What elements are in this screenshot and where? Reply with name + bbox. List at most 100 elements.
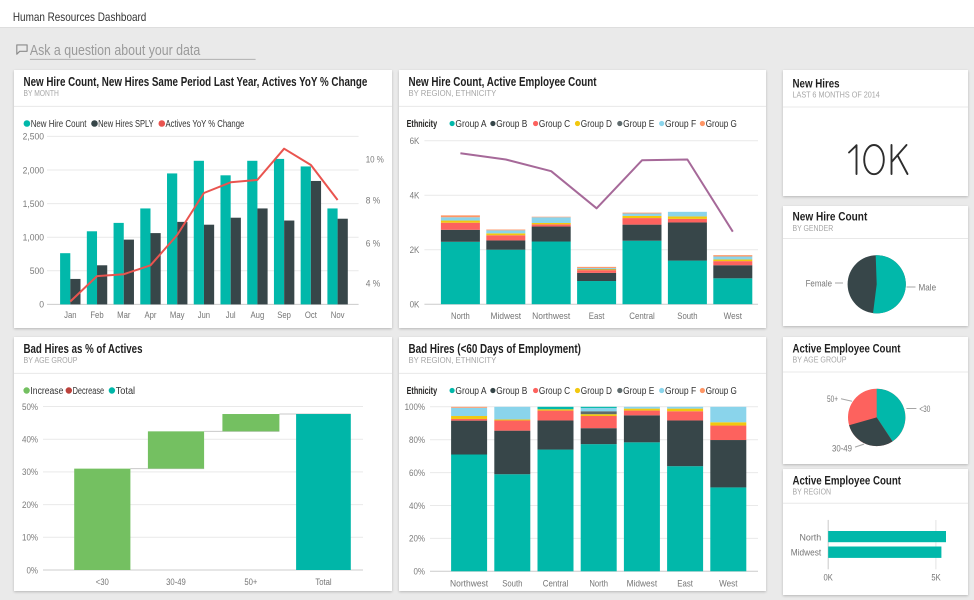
svg-text:Actives YoY % Change: Actives YoY % Change [166, 119, 245, 130]
svg-text:Midwest: Midwest [791, 548, 822, 559]
svg-text:30-49: 30-49 [166, 576, 186, 587]
svg-text:Group A: Group A [455, 119, 486, 130]
svg-text:30-49: 30-49 [832, 443, 852, 454]
svg-text:10%: 10% [22, 533, 38, 544]
svg-text:0K: 0K [410, 300, 420, 311]
svg-text:Group A: Group A [455, 386, 486, 397]
svg-text:6 %: 6 % [366, 238, 381, 249]
svg-text:Group B: Group B [496, 386, 527, 397]
svg-text:1,500: 1,500 [23, 199, 44, 210]
svg-text:60%: 60% [409, 468, 425, 479]
svg-text:Group B: Group B [496, 119, 527, 130]
svg-text:5K: 5K [931, 572, 941, 583]
svg-text:50+: 50+ [827, 394, 838, 405]
svg-text:40%: 40% [409, 501, 425, 512]
svg-text:Aug: Aug [251, 309, 265, 320]
svg-text:4 %: 4 % [366, 278, 381, 289]
svg-text:Group F: Group F [665, 119, 696, 130]
svg-text:West: West [724, 310, 743, 321]
svg-text:Central: Central [543, 577, 569, 588]
svg-text:South: South [677, 310, 697, 321]
svg-text:Ask a question about your data: Ask a question about your data [30, 42, 201, 59]
svg-text:Oct: Oct [305, 309, 317, 320]
svg-text:Group D: Group D [581, 386, 612, 397]
svg-text:10 %: 10 % [366, 155, 385, 166]
svg-text:8 %: 8 % [366, 196, 381, 207]
svg-text:<30: <30 [919, 404, 930, 415]
svg-text:Group G: Group G [706, 386, 737, 397]
svg-text:Group C: Group C [539, 119, 570, 130]
svg-text:Group E: Group E [623, 386, 654, 397]
svg-text:Bad Hires as % of Actives: Bad Hires as % of Actives [24, 341, 143, 356]
svg-text:Northwest: Northwest [532, 310, 570, 321]
svg-text:4K: 4K [410, 191, 420, 202]
svg-text:Bad Hires (<60 Days of Employm: Bad Hires (<60 Days of Employment) [409, 341, 581, 356]
svg-text:Central: Central [629, 310, 655, 321]
svg-text:Group C: Group C [539, 386, 570, 397]
svg-text:Active Employee Count: Active Employee Count [793, 475, 902, 487]
svg-text:Ethnicity: Ethnicity [407, 119, 438, 130]
svg-text:Group G: Group G [706, 119, 737, 130]
svg-text:0%: 0% [414, 567, 426, 578]
svg-text:6K: 6K [410, 136, 420, 147]
svg-text:West: West [719, 577, 738, 588]
svg-text:30%: 30% [22, 467, 38, 478]
svg-text:<30: <30 [96, 576, 109, 587]
svg-text:BY MONTH: BY MONTH [24, 89, 59, 98]
svg-text:BY GENDER: BY GENDER [793, 224, 834, 233]
svg-text:BY REGION, ETHNICITY: BY REGION, ETHNICITY [409, 89, 497, 98]
svg-text:New Hires SPLY: New Hires SPLY [98, 119, 154, 130]
svg-text:May: May [170, 309, 185, 320]
svg-text:0K: 0K [824, 572, 834, 583]
svg-text:Apr: Apr [145, 309, 157, 320]
svg-text:New Hire Count: New Hire Count [31, 119, 87, 130]
svg-text:40%: 40% [22, 435, 38, 446]
svg-text:2K: 2K [410, 245, 420, 256]
svg-text:East: East [589, 310, 605, 321]
svg-text:80%: 80% [409, 435, 425, 446]
svg-text:2,500: 2,500 [23, 132, 44, 143]
svg-text:Active Employee Count: Active Employee Count [793, 343, 901, 355]
svg-text:Feb: Feb [90, 309, 103, 320]
svg-text:1,000: 1,000 [23, 233, 44, 244]
svg-text:Total: Total [116, 386, 135, 397]
svg-text:Increase: Increase [30, 386, 63, 397]
svg-text:BY REGION, ETHNICITY: BY REGION, ETHNICITY [409, 356, 497, 365]
svg-text:New Hire Count: New Hire Count [793, 212, 868, 224]
svg-text:Human Resources Dashboard: Human Resources Dashboard [13, 10, 146, 24]
svg-text:Group D: Group D [581, 119, 612, 130]
svg-text:LAST 6 MONTHS OF 2014: LAST 6 MONTHS OF 2014 [793, 90, 881, 99]
svg-text:20%: 20% [22, 500, 38, 511]
svg-text:20%: 20% [409, 534, 425, 545]
svg-text:2,000: 2,000 [23, 165, 44, 176]
svg-text:Group F: Group F [665, 386, 696, 397]
svg-text:BY REGION: BY REGION [793, 488, 832, 497]
svg-text:Midwest: Midwest [627, 577, 658, 588]
svg-text:Northwest: Northwest [450, 577, 488, 588]
svg-text:Jun: Jun [198, 309, 210, 320]
svg-text:Decrease: Decrease [73, 386, 105, 397]
svg-text:Jul: Jul [226, 309, 236, 320]
svg-text:Male: Male [919, 282, 937, 293]
svg-text:North: North [451, 310, 470, 321]
svg-text:Group E: Group E [623, 119, 654, 130]
svg-text:Sep: Sep [277, 309, 291, 320]
svg-text:0%: 0% [27, 565, 39, 576]
svg-text:South: South [502, 577, 522, 588]
svg-text:Female: Female [806, 278, 832, 289]
svg-text:500: 500 [30, 266, 44, 277]
svg-text:North: North [800, 533, 822, 544]
svg-text:East: East [677, 577, 693, 588]
svg-text:50+: 50+ [244, 576, 258, 587]
svg-text:Mar: Mar [117, 309, 130, 320]
svg-text:100%: 100% [405, 402, 426, 413]
svg-text:Ethnicity: Ethnicity [407, 386, 438, 397]
svg-text:Nov: Nov [331, 309, 345, 320]
svg-text:New Hire Count, Active Employe: New Hire Count, Active Employee Count [409, 74, 597, 89]
svg-text:Midwest: Midwest [491, 310, 522, 321]
svg-text:Total: Total [315, 576, 331, 587]
svg-text:Jan: Jan [64, 309, 76, 320]
svg-text:New Hires: New Hires [793, 78, 840, 90]
svg-text:50%: 50% [22, 402, 38, 413]
svg-text:BY AGE GROUP: BY AGE GROUP [793, 356, 847, 365]
